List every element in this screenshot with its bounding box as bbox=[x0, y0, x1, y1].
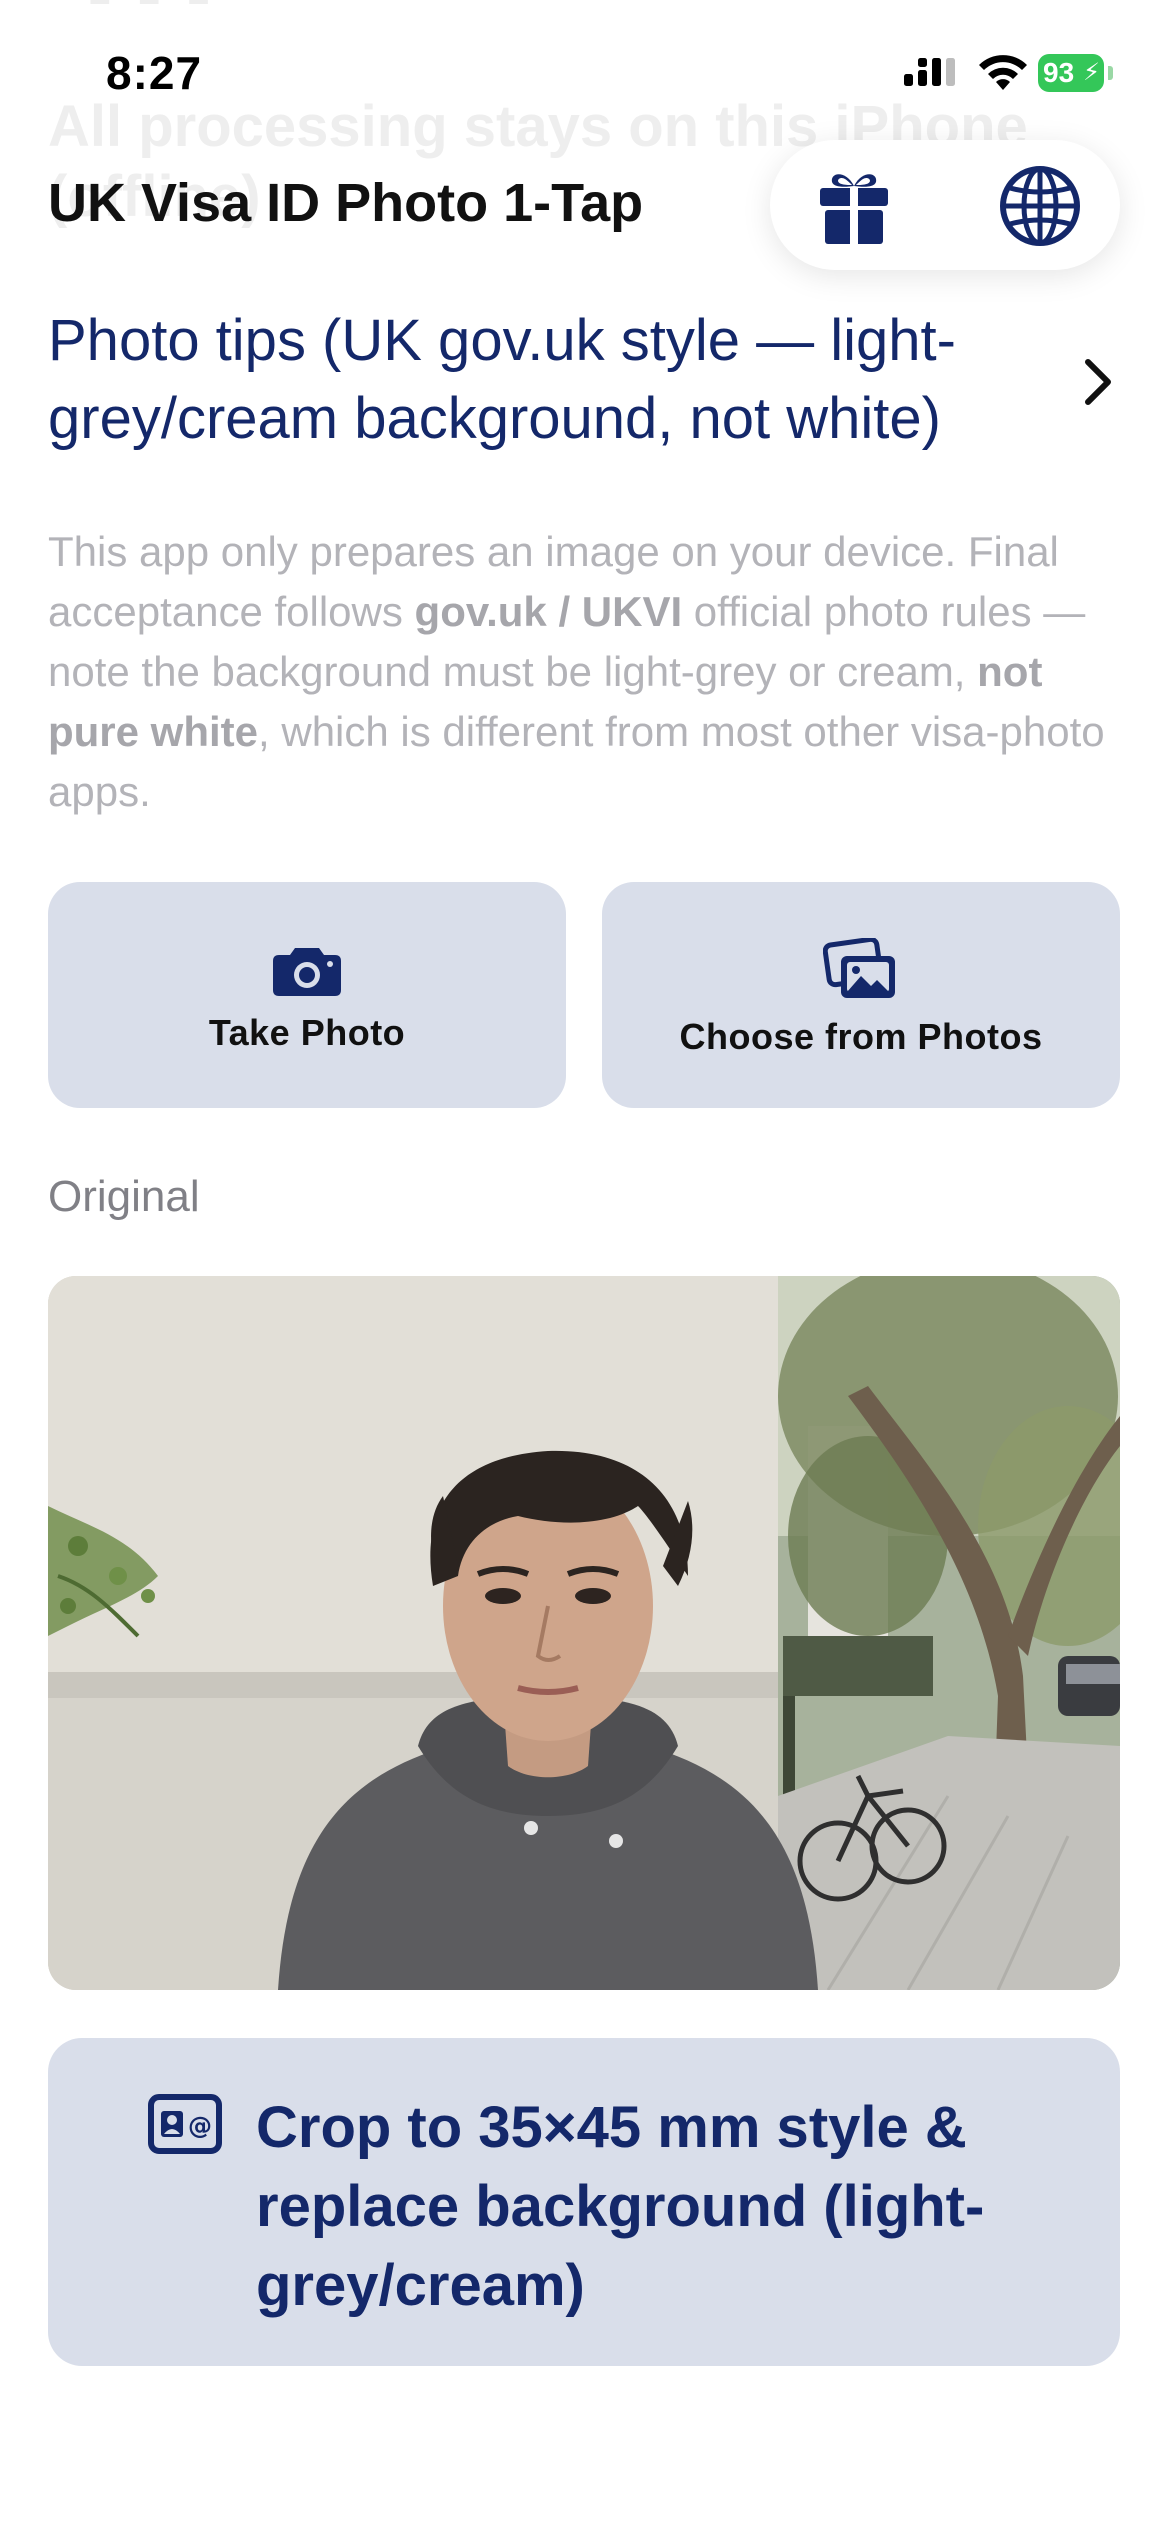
globe-icon[interactable] bbox=[998, 164, 1082, 248]
id-card-icon: @ bbox=[148, 2094, 222, 2154]
wifi-icon bbox=[979, 55, 1027, 90]
choose-from-photos-button[interactable]: Choose from Photos bbox=[602, 882, 1120, 1108]
photo-tips-label: Photo tips (UK gov.uk style — light-grey… bbox=[48, 308, 956, 451]
charging-bolt-icon: ⚡ bbox=[1083, 59, 1100, 86]
gift-icon[interactable] bbox=[812, 164, 896, 248]
take-photo-label: Take Photo bbox=[208, 1012, 406, 1053]
crop-button-label: Crop to 35×45 mm style & replace backgro… bbox=[256, 2095, 985, 2318]
disclaimer-text: This app only prepares an image on your … bbox=[48, 522, 1128, 822]
photo-tips-link[interactable]: Photo tips (UK gov.uk style — light-grey… bbox=[48, 302, 1128, 464]
battery-cap bbox=[1108, 66, 1113, 80]
original-photo-image bbox=[48, 1276, 1120, 1990]
svg-text:@: @ bbox=[188, 2112, 212, 2140]
status-time: 8:27 bbox=[106, 47, 203, 99]
battery-level: 93 bbox=[1043, 57, 1075, 88]
disclaimer-bold: gov.uk / UKVI bbox=[414, 588, 683, 635]
choose-from-photos-label: Choose from Photos bbox=[679, 1016, 1043, 1057]
chevron-right-icon bbox=[1085, 359, 1111, 405]
original-section-label: Original bbox=[48, 1172, 200, 1221]
take-photo-button[interactable]: Take Photo bbox=[48, 882, 566, 1108]
crop-replace-background-button[interactable]: @ Crop to 35×45 mm style & replace backg… bbox=[48, 2038, 1120, 2366]
cellular-signal-icon bbox=[904, 58, 955, 86]
nav-toolbar bbox=[770, 140, 1120, 270]
app-screen: 1 1 1 All processing stays on this iPhon… bbox=[0, 0, 1170, 2532]
camera-icon bbox=[273, 948, 341, 996]
original-photo bbox=[48, 1276, 1120, 1990]
status-bar: 8:27 93 ⚡ bbox=[0, 0, 1170, 140]
battery-indicator: 93 ⚡ bbox=[1038, 54, 1104, 92]
photo-library-icon bbox=[823, 938, 895, 998]
page-title: UK Visa ID Photo 1-Tap bbox=[48, 173, 644, 233]
